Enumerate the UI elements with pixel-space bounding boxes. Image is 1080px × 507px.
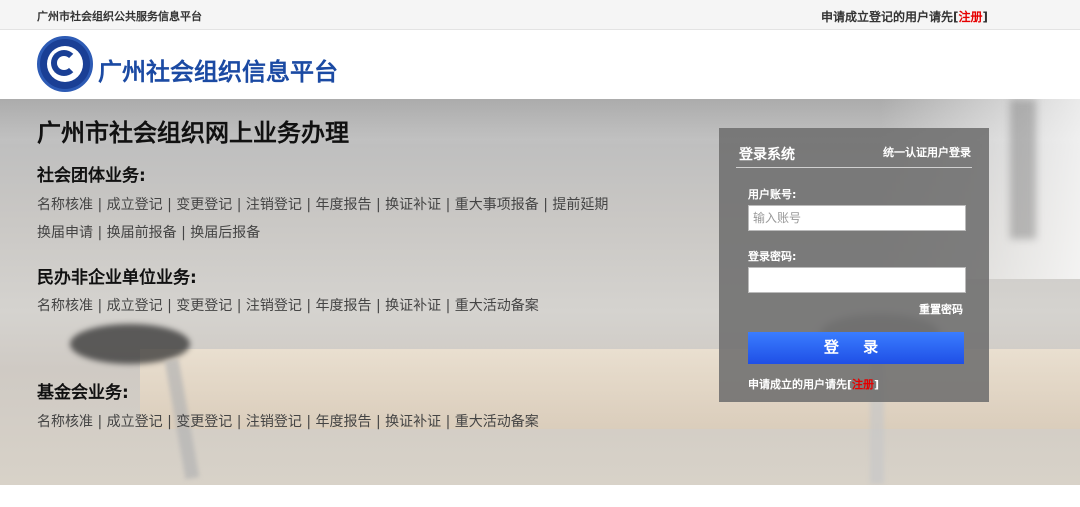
reset-password-link[interactable]: 重置密码: [919, 301, 963, 317]
login-register-link[interactable]: 注册: [852, 378, 874, 391]
section-title-foundation: 基金会业务:: [37, 383, 129, 403]
password-input[interactable]: [748, 267, 966, 293]
link-certificate-reissue[interactable]: 换证补证: [385, 414, 441, 430]
section-title-social-groups: 社会团体业务:: [37, 166, 146, 186]
link-change-registration[interactable]: 变更登记: [176, 414, 232, 430]
globe-emblem-icon: [37, 36, 93, 92]
top-register-link[interactable]: 注册: [959, 10, 983, 24]
unified-login-link[interactable]: 统一认证用户登录: [883, 144, 971, 160]
page-title: 广州市社会组织网上业务办理: [37, 119, 349, 147]
header: 广州社会组织信息平台: [0, 30, 1080, 99]
link-major-activity-filing[interactable]: 重大活动备案: [455, 414, 539, 430]
link-post-election-report[interactable]: 换届后报备: [190, 225, 260, 241]
link-major-activity-filing[interactable]: 重大活动备案: [455, 298, 539, 314]
link-name-approval[interactable]: 名称核准: [37, 197, 93, 213]
link-cancel-registration[interactable]: 注销登记: [246, 298, 302, 314]
links-social-groups: 名称核准 | 成立登记 | 变更登记 | 注销登记 | 年度报告 | 换证补证 …: [37, 197, 609, 241]
login-panel: 登录系统 统一认证用户登录 用户账号: 登录密码: 重置密码 登 录 申请成立的…: [719, 128, 989, 402]
link-cancel-registration[interactable]: 注销登记: [246, 197, 302, 213]
link-establish-registration[interactable]: 成立登记: [107, 197, 163, 213]
link-name-approval[interactable]: 名称核准: [37, 298, 93, 314]
login-title: 登录系统: [739, 147, 795, 163]
link-change-registration[interactable]: 变更登记: [176, 197, 232, 213]
account-label: 用户账号:: [748, 188, 797, 201]
account-input[interactable]: [748, 205, 966, 231]
link-certificate-reissue[interactable]: 换证补证: [385, 298, 441, 314]
site-name: 广州市社会组织公共服务信息平台: [37, 10, 202, 23]
link-name-approval[interactable]: 名称核准: [37, 414, 93, 430]
login-divider: [736, 167, 972, 168]
links-foundation: 名称核准 | 成立登记 | 变更登记 | 注销登记 | 年度报告 | 换证补证 …: [37, 414, 539, 430]
section-title-private-non-enterprise: 民办非企业单位业务:: [37, 268, 197, 288]
link-change-registration[interactable]: 变更登记: [176, 298, 232, 314]
link-annual-report[interactable]: 年度报告: [316, 414, 372, 430]
login-button[interactable]: 登 录: [748, 332, 964, 364]
top-register-prompt: 申请成立登记的用户请先[注册]: [821, 10, 988, 24]
link-annual-report[interactable]: 年度报告: [316, 197, 372, 213]
link-cancel-registration[interactable]: 注销登记: [246, 414, 302, 430]
links-private-non-enterprise: 名称核准 | 成立登记 | 变更登记 | 注销登记 | 年度报告 | 换证补证 …: [37, 298, 539, 314]
link-establish-registration[interactable]: 成立登记: [107, 298, 163, 314]
login-register-prompt: 申请成立的用户请先[注册]: [748, 378, 880, 391]
top-bar: 广州市社会组织公共服务信息平台 申请成立登记的用户请先[注册]: [0, 0, 1080, 30]
platform-title[interactable]: 广州社会组织信息平台: [98, 52, 338, 87]
link-certificate-reissue[interactable]: 换证补证: [385, 197, 441, 213]
link-pre-election-report[interactable]: 换届前报备: [107, 225, 177, 241]
hero-banner: 广州市社会组织网上业务办理 社会团体业务: 名称核准 | 成立登记 | 变更登记…: [0, 99, 1080, 485]
link-major-matters-report[interactable]: 重大事项报备: [455, 197, 539, 213]
password-label: 登录密码:: [748, 250, 797, 263]
link-establish-registration[interactable]: 成立登记: [107, 414, 163, 430]
link-annual-report[interactable]: 年度报告: [316, 298, 372, 314]
